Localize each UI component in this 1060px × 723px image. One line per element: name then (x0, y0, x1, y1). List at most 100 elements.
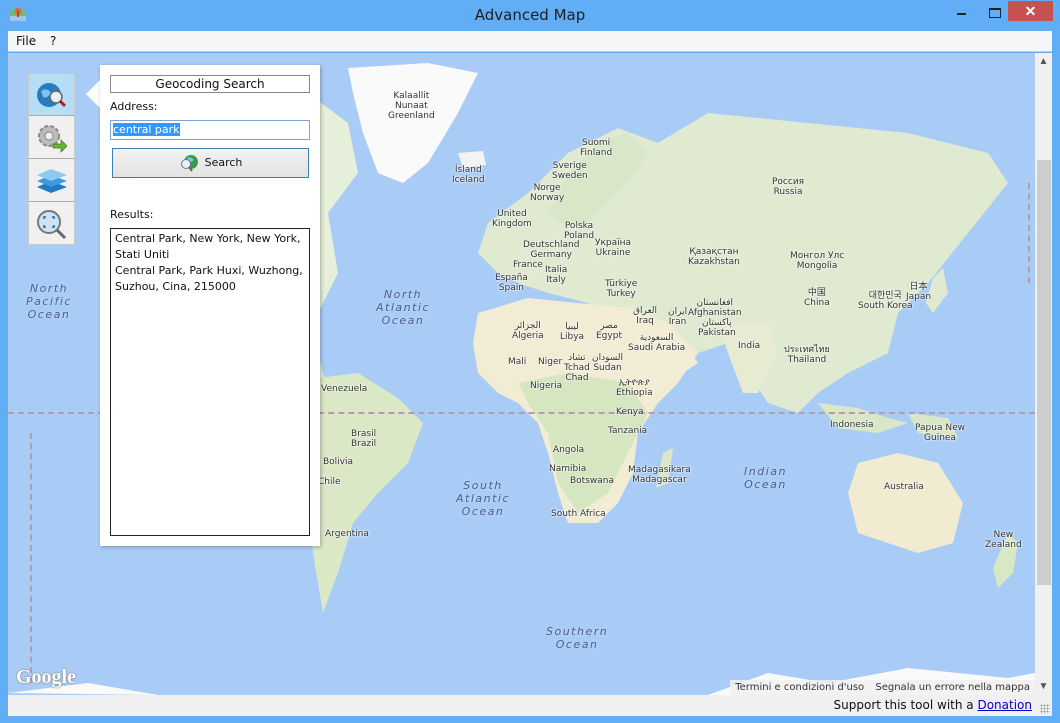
label-south-korea: 대한민국 South Korea (858, 291, 913, 311)
tool-geocoding-search[interactable] (29, 74, 74, 116)
label-iran: ایران Iran (668, 307, 688, 327)
label-iraq: العراق Iraq (633, 306, 658, 326)
label-mali: Mali (508, 357, 527, 367)
label-greenland: Kalaallit Nunaat Greenland (388, 91, 435, 121)
menu-bar: File ? (8, 31, 1052, 52)
label-iceland: Ísland Iceland (452, 165, 485, 185)
tool-zoom-extent[interactable] (29, 203, 74, 245)
label-tanzania: Tanzania (608, 426, 648, 436)
resize-grip[interactable] (1040, 704, 1050, 714)
globe-search-icon (180, 155, 198, 172)
address-label: Address: (110, 100, 158, 113)
report-error-link[interactable]: Segnala un errore nella mappa (875, 682, 1030, 693)
label-saudi-arabia: السعودية Saudi Arabia (628, 333, 686, 353)
results-list[interactable]: Central Park, New York, New York, Stati … (110, 228, 310, 536)
menu-help[interactable]: ? (50, 34, 56, 48)
label-france: France (513, 260, 543, 270)
menu-file[interactable]: File (16, 34, 36, 48)
label-afghanistan: افغانستان Afghanistan (688, 298, 742, 318)
title-bar: Advanced Map ✕ (0, 0, 1060, 31)
label-kazakhstan: Қазақстан Kazakhstan (688, 247, 740, 267)
label-sweden: Sverige Sweden (552, 161, 588, 181)
tool-layers[interactable] (29, 160, 74, 202)
status-bar: Support this tool with a Donation (8, 695, 1052, 716)
label-ethiopia: ኢትዮጵያ Ethiopia (616, 378, 653, 398)
tool-settings-export[interactable] (29, 117, 74, 159)
south-america-shape (308, 373, 423, 613)
label-uk: United Kingdom (492, 209, 532, 229)
globe-search-icon (37, 83, 67, 108)
ocean-indian: Indian Ocean (744, 465, 787, 491)
result-item[interactable]: Central Park, Park Huxi, Wuzhong, Suzhou… (115, 263, 305, 295)
label-papua-new-guinea: Papua New Guinea (915, 423, 965, 443)
ocean-north-pacific: North Pacific Ocean (26, 282, 72, 321)
australia-shape (848, 453, 963, 553)
label-niger: Niger (538, 357, 563, 367)
label-italy: Italia Italy (545, 265, 568, 285)
address-input[interactable]: central park (110, 120, 310, 140)
label-china: 中国 China (804, 288, 830, 308)
scroll-up-button[interactable]: ▲ (1035, 53, 1052, 70)
ocean-north-atlantic: North Atlantic Ocean (376, 288, 431, 327)
result-item[interactable]: Central Park, New York, New York, Stati … (115, 231, 305, 263)
label-new-zealand: New Zealand (985, 530, 1022, 550)
label-germany: Deutschland Germany (523, 240, 580, 260)
map-footer: Termini e condizioni d'uso Segnala un er… (730, 680, 1035, 695)
label-south-africa: South Africa (551, 509, 606, 519)
dateline-left (30, 433, 32, 683)
layers-icon (37, 169, 67, 193)
label-venezuela: Venezuela (321, 384, 368, 394)
tool-strip (28, 73, 75, 245)
zoom-fit-icon (37, 210, 67, 240)
label-pakistan: پاکستان Pakistan (698, 318, 736, 338)
minimize-button[interactable] (948, 1, 976, 21)
panel-title: Geocoding Search (110, 75, 310, 93)
ocean-southern: Southern Ocean (546, 625, 609, 651)
label-thailand: ประเทศไทย Thailand (784, 345, 830, 365)
google-logo: Google (16, 666, 76, 688)
label-norway: Norge Norway (530, 183, 565, 203)
dateline-right (1028, 183, 1030, 283)
label-sudan: السودان Sudan (592, 353, 624, 373)
label-brazil: Brasil Brazil (351, 429, 377, 449)
donation-link[interactable]: Donation (977, 698, 1032, 712)
label-ukraine: Україна Ukraine (595, 238, 632, 258)
label-argentina: Argentina (325, 529, 369, 539)
scroll-thumb[interactable] (1037, 160, 1051, 585)
scroll-down-button[interactable]: ▼ (1035, 678, 1052, 695)
vertical-scrollbar[interactable]: ▲ ▼ (1035, 53, 1052, 695)
label-kenya: Kenya (616, 407, 644, 417)
ocean-south-atlantic: South Atlantic Ocean (456, 479, 511, 518)
label-australia: Australia (884, 482, 924, 492)
label-chile: Chile (318, 477, 341, 487)
maximize-button[interactable] (980, 1, 1008, 21)
label-indonesia: Indonesia (830, 420, 874, 430)
label-nigeria: Nigeria (530, 381, 563, 391)
label-botswana: Botswana (570, 476, 614, 486)
label-namibia: Namibia (549, 464, 587, 474)
results-label: Results: (110, 208, 154, 221)
close-button[interactable]: ✕ (1008, 1, 1053, 21)
search-button[interactable]: Search (112, 148, 309, 178)
label-libya: ليبيا Libya (560, 322, 585, 342)
label-bolivia: Bolivia (323, 457, 354, 467)
label-egypt: مصر Egypt (596, 321, 622, 341)
terms-link[interactable]: Termini e condizioni d'uso (735, 682, 864, 693)
window-title: Advanced Map (474, 6, 586, 24)
app-window: Advanced Map ✕ File ? North Pacific Ocea… (0, 0, 1060, 723)
gear-arrow-icon (38, 125, 68, 153)
address-value: central park (113, 123, 180, 136)
label-finland: Suomi Finland (580, 138, 613, 158)
label-mongolia: Монгол Улс Mongolia (790, 251, 845, 271)
label-algeria: الجزائر Algeria (512, 321, 544, 341)
search-button-label: Search (204, 156, 243, 169)
label-india: India (738, 341, 761, 351)
label-spain: España Spain (495, 273, 528, 293)
close-icon: ✕ (1024, 3, 1037, 19)
label-russia: Россия Russia (772, 177, 805, 197)
label-chad: تشاد Tchad Chad (564, 353, 590, 383)
label-poland: Polska Poland (564, 221, 595, 241)
label-turkey: Türkiye Turkey (605, 279, 638, 299)
geocoding-panel: Geocoding Search Address: central park S… (100, 65, 320, 546)
label-madagascar: Madagasikara Madagascar (628, 465, 691, 485)
